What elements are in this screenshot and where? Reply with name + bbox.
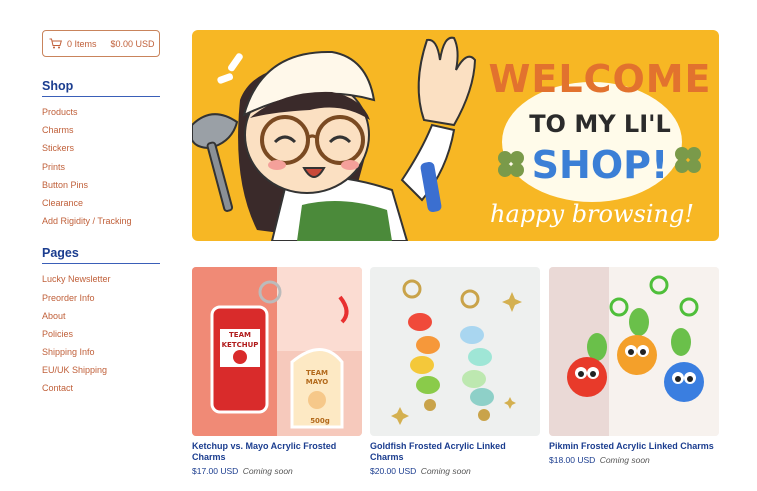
product-card-ketchup-mayo[interactable]: TEAM KETCHUP TEAM MAYO 500g Ketchup vs. … [192,267,362,476]
clover-right-icon [675,147,701,173]
cart-item-count: 0 Items [67,38,97,49]
sidebar-link[interactable]: Lucky Newsletter [42,274,111,284]
sidebar: 0 Items $0.00 USD Shop Products Charms S… [42,30,160,398]
sidebar-item-contact[interactable]: Contact [42,379,160,397]
product-price-row: $18.00 USD Coming soon [549,455,719,465]
sidebar-link[interactable]: EU/UK Shipping [42,365,107,375]
mayo-label-top: TEAM [306,369,328,377]
sidebar-item-policies[interactable]: Policies [42,325,160,343]
sidebar-link[interactable]: Add Rigidity / Tracking [42,216,132,226]
sidebar-link[interactable]: About [42,311,66,321]
product-image[interactable]: TEAM KETCHUP TEAM MAYO 500g [192,267,362,436]
product-title[interactable]: Pikmin Frosted Acrylic Linked Charms [549,441,719,452]
shop-heading: Shop [42,79,160,97]
pages-heading: Pages [42,246,160,265]
product-title[interactable]: Ketchup vs. Mayo Acrylic Frosted Charms [192,441,362,463]
banner-tagline: happy browsing! [490,200,694,228]
ketchup-label-top: TEAM [229,331,251,339]
sidebar-item-clearance[interactable]: Clearance [42,194,160,212]
cart-total: $0.00 USD [110,38,155,49]
product-image[interactable] [549,267,719,436]
sidebar-link[interactable]: Preorder Info [42,293,95,303]
product-price: $17.00 USD [192,466,239,476]
product-card-goldfish[interactable]: Goldfish Frosted Acrylic Linked Charms $… [370,267,540,476]
sidebar-link[interactable]: Contact [42,383,73,393]
banner-welcome-text: WELCOME [488,57,711,101]
sidebar-link[interactable]: Shipping Info [42,347,95,357]
sidebar-item-stickers[interactable]: Stickers [42,139,160,157]
product-title[interactable]: Goldfish Frosted Acrylic Linked Charms [370,441,540,463]
banner-illustration: WELCOME TO MY LI'L SHOP! happy browsing! [192,36,711,241]
sidebar-link[interactable]: Charms [42,125,74,135]
product-card-pikmin[interactable]: Pikmin Frosted Acrylic Linked Charms $18… [549,267,719,465]
banner-tomylil-text: TO MY LI'L [529,110,671,138]
welcome-banner: WELCOME TO MY LI'L SHOP! happy browsing! [192,30,719,241]
product-price: $20.00 USD [370,466,417,476]
sidebar-item-shipping-info[interactable]: Shipping Info [42,343,160,361]
sidebar-link[interactable]: Policies [42,329,73,339]
sparkle-marks [217,53,243,84]
ketchup-label-bottom: KETCHUP [222,341,259,349]
mayo-label-amount: 500g [310,417,330,425]
product-status: Coming soon [599,455,650,465]
sidebar-item-charms[interactable]: Charms [42,121,160,139]
character-hand [417,36,477,127]
cart-button[interactable]: 0 Items $0.00 USD [42,30,160,57]
shop-nav: Products Charms Stickers Prints Button P… [42,103,160,230]
sidebar-item-preorder-info[interactable]: Preorder Info [42,289,160,307]
product-price: $18.00 USD [549,455,596,465]
sidebar-link[interactable]: Stickers [42,143,74,153]
sidebar-item-prints[interactable]: Prints [42,158,160,176]
sidebar-link[interactable]: Prints [42,162,65,172]
sidebar-item-newsletter[interactable]: Lucky Newsletter [42,270,160,288]
product-price-row: $17.00 USD Coming soon [192,466,362,476]
sidebar-item-button-pins[interactable]: Button Pins [42,176,160,194]
sidebar-link[interactable]: Products [42,107,78,117]
product-image[interactable] [370,267,540,436]
sidebar-item-add-rigidity[interactable]: Add Rigidity / Tracking [42,212,160,230]
product-price-row: $20.00 USD Coming soon [370,466,540,476]
product-status: Coming soon [242,466,293,476]
mayo-label-bottom: MAYO [306,378,329,386]
sidebar-item-products[interactable]: Products [42,103,160,121]
sidebar-item-eu-uk-shipping[interactable]: EU/UK Shipping [42,361,160,379]
shopping-cart-icon [49,38,62,49]
sidebar-link[interactable]: Clearance [42,198,83,208]
sidebar-item-about[interactable]: About [42,307,160,325]
sidebar-link[interactable]: Button Pins [42,180,88,190]
banner-shop-text: SHOP! [532,143,669,187]
ladle-icon [192,113,239,212]
pages-nav: Lucky Newsletter Preorder Info About Pol… [42,270,160,397]
product-status: Coming soon [420,466,471,476]
